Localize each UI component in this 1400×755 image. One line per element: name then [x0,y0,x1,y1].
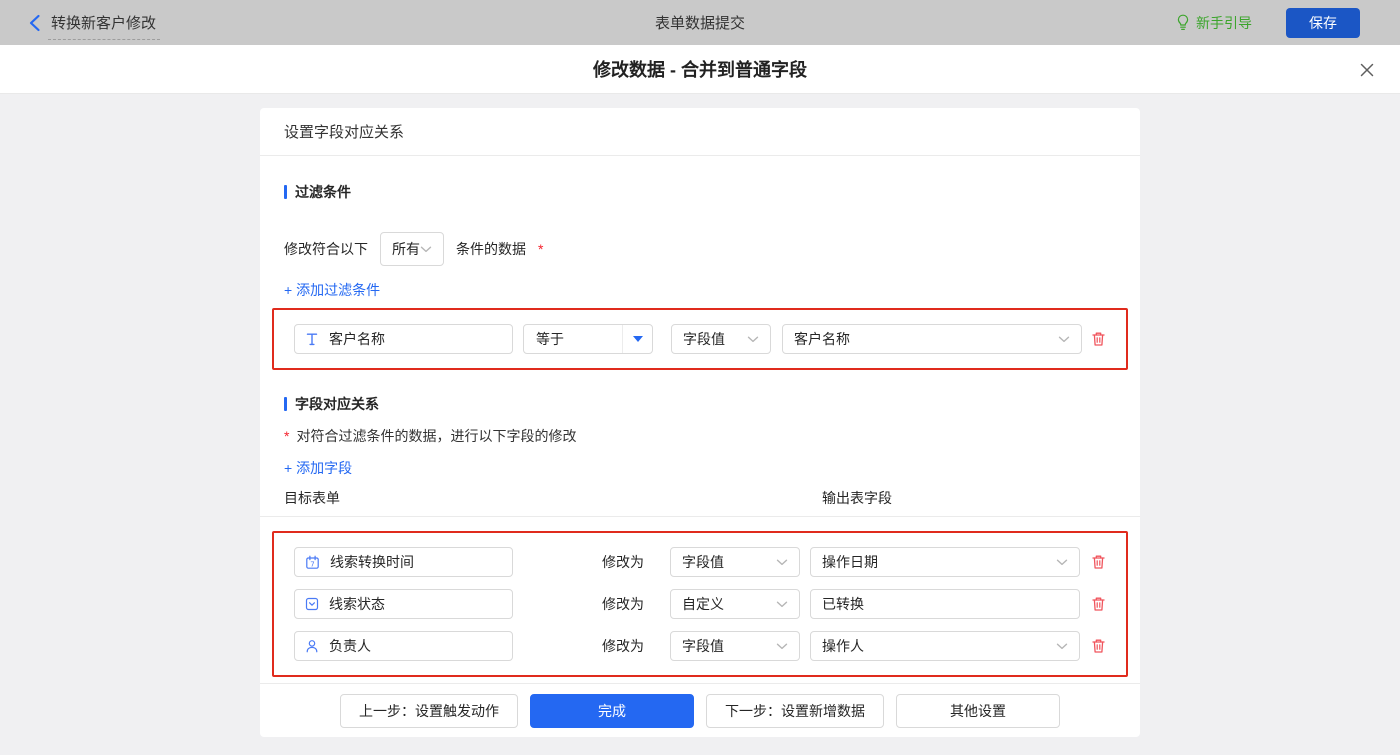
next-step-button[interactable]: 下一步：设置新增数据 [706,693,884,728]
svg-text:7: 7 [310,560,314,568]
chevron-down-icon [1056,559,1068,566]
match-mode-select[interactable]: 所有 [380,232,444,266]
dialog-body: 设置字段对应关系 过滤条件 修改符合以下 所有 条件的数据 * + 添加过滤条件 [0,94,1400,737]
condition-prefix-label: 修改符合以下 [284,241,368,257]
card-footer: 上一步：设置触发动作 完成 下一步：设置新增数据 其他设置 [260,683,1140,737]
mapping-column-headers: 目标表单 输出表字段 [260,488,1140,517]
card-title: 设置字段对应关系 [260,108,1140,156]
value-type-value: 字段值 [682,554,724,570]
filter-field-input[interactable]: 客户名称 [294,324,513,354]
target-field-input[interactable]: 7 线索转换时间 [294,547,513,577]
value-type-select[interactable]: 自定义 [670,589,800,619]
topbar: 转换新客户修改 表单数据提交 新手引导 保存 [0,0,1400,45]
trash-icon[interactable] [1091,554,1106,570]
back-button[interactable]: 转换新客户修改 [28,12,156,33]
close-icon[interactable] [1358,61,1376,79]
trash-icon[interactable] [1091,638,1106,654]
modify-to-label: 修改为 [602,638,644,654]
value-type-select[interactable]: 字段值 [670,631,800,661]
value-type-select[interactable]: 字段值 [671,324,771,354]
filter-value: 客户名称 [794,331,850,347]
custom-value-input[interactable] [810,589,1080,619]
chevron-down-icon [776,559,788,566]
trash-icon[interactable] [1091,596,1106,612]
mapping-row: 负责人 修改为 字段值 操作人 [294,631,1106,661]
output-field-value: 操作日期 [822,554,878,570]
calendar-icon: 7 [305,555,320,570]
filter-value-select[interactable]: 客户名称 [782,324,1082,354]
filter-section-title: 过滤条件 [284,182,1116,202]
mapping-section-label: 字段对应关系 [295,396,379,412]
chevron-down-icon [776,643,788,650]
filter-highlight-box: 客户名称 等于 字段值 客户名称 [272,308,1128,370]
required-asterisk: * [538,241,544,257]
back-label: 转换新客户修改 [51,15,157,32]
operator-value: 等于 [536,331,564,347]
add-filter-condition-link[interactable]: + 添加过滤条件 [284,280,380,300]
mapping-section-title: 字段对应关系 [284,394,1116,414]
dialog-title: 修改数据 - 合并到普通字段 [593,60,807,80]
modify-to-label: 修改为 [602,554,644,570]
trash-icon[interactable] [1091,331,1106,347]
output-field-value: 操作人 [822,638,864,654]
operator-select[interactable]: 等于 [523,324,653,354]
condition-suffix-label: 条件的数据 [456,241,526,257]
value-type-value: 字段值 [682,638,724,654]
target-field-input[interactable]: 负责人 [294,631,513,661]
mapping-row: 线索状态 修改为 自定义 [294,589,1106,619]
triangle-down-icon [632,336,643,342]
target-field-value: 线索转换时间 [330,554,414,570]
mapping-row: 7 线索转换时间 修改为 字段值 操作日期 [294,547,1106,577]
filter-row: 客户名称 等于 字段值 客户名称 [294,324,1106,354]
save-button[interactable]: 保存 [1286,7,1360,38]
value-type-value: 自定义 [682,596,724,612]
done-button[interactable]: 完成 [530,693,694,728]
mapping-highlight-box: 7 线索转换时间 修改为 字段值 操作日期 线索状态 修改为 自定义 已转换 负… [272,531,1128,677]
lightbulb-icon [1176,14,1190,31]
beginner-guide-label: 新手引导 [1196,14,1252,31]
column-output-field: 输出表字段 [822,490,892,506]
chevron-down-icon [747,336,759,343]
back-chevron-icon [28,14,41,32]
column-target-form: 目标表单 [284,490,340,506]
person-icon [305,639,319,653]
chevron-down-icon [1058,336,1070,343]
required-asterisk: * [284,428,290,444]
back-label-underline [48,39,160,40]
target-field-value: 线索状态 [329,596,385,612]
select-field-icon [305,597,319,611]
value-type-select[interactable]: 字段值 [670,547,800,577]
target-field-input[interactable]: 线索状态 [294,589,513,619]
mapping-description: 对符合过滤条件的数据，进行以下字段的修改 [296,428,577,444]
filter-field-value: 客户名称 [329,331,385,347]
prev-step-button[interactable]: 上一步：设置触发动作 [340,693,518,728]
dialog-header: 修改数据 - 合并到普通字段 [0,45,1400,94]
filter-section-label: 过滤条件 [295,184,351,200]
match-mode-value: 所有 [392,241,420,257]
section-marker [284,185,287,199]
output-field-select[interactable]: 操作人 [810,631,1080,661]
target-field-value: 负责人 [329,638,371,654]
chevron-down-icon [1056,643,1068,650]
settings-card: 设置字段对应关系 过滤条件 修改符合以下 所有 条件的数据 * + 添加过滤条件 [260,108,1140,737]
add-field-link[interactable]: + 添加字段 [284,458,352,478]
value-type-value: 字段值 [683,331,725,347]
modify-to-label: 修改为 [602,596,644,612]
section-marker [284,397,287,411]
other-settings-button[interactable]: 其他设置 [896,693,1060,728]
output-field-select[interactable]: 操作日期 [810,547,1080,577]
text-field-icon [305,332,319,347]
chevron-down-icon [776,601,788,608]
operator-dropdown-toggle[interactable] [622,325,652,353]
chevron-down-icon [420,246,432,253]
beginner-guide-link[interactable]: 新手引导 [1176,13,1252,33]
